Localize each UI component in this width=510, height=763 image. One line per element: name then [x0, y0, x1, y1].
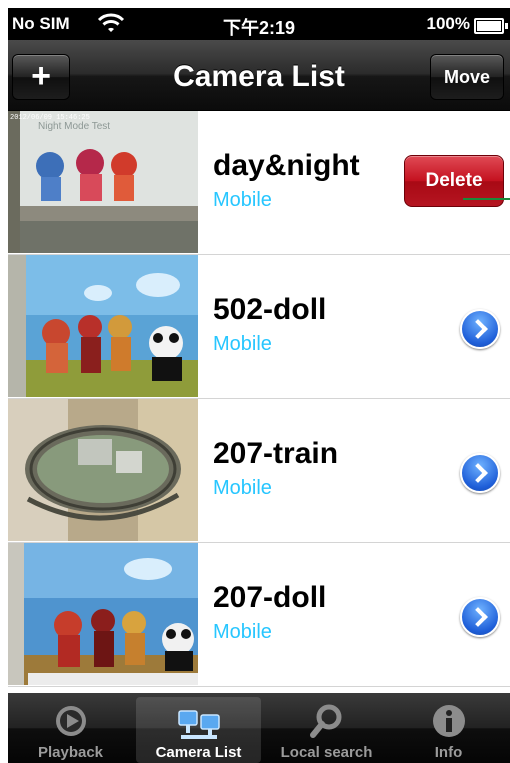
- camera-thumbnail: [8, 255, 198, 397]
- details-disclosure-icon[interactable]: [460, 309, 500, 349]
- app-screen: No SIM 下午2:19 100% + Camera List Move Ni…: [8, 8, 510, 763]
- camera-name: 207-train: [213, 437, 339, 470]
- battery-icon: [474, 18, 508, 34]
- details-disclosure-icon[interactable]: [460, 597, 500, 637]
- camera-thumbnail: [8, 399, 198, 541]
- playback-icon: [53, 703, 89, 744]
- camera-row-207-doll[interactable]: 207-doll Mobile: [8, 543, 510, 687]
- divider-line: [463, 198, 510, 200]
- camera-type: Mobile: [213, 621, 272, 643]
- tab-bar: Playback Camera List Local search Info: [8, 693, 510, 763]
- navigation-bar: + Camera List Move: [8, 40, 510, 111]
- tab-label: Playback: [37, 744, 104, 761]
- tab-label: Info: [434, 744, 463, 761]
- camera-type: Mobile: [213, 477, 272, 499]
- tab-playback[interactable]: Playback: [8, 693, 133, 763]
- camera-list: Night Mode Test 2012/06/09 15:46:25 day&…: [8, 111, 510, 693]
- tab-camera-list[interactable]: Camera List: [136, 697, 261, 763]
- battery-percent: 100%: [426, 14, 470, 33]
- camera-thumbnail: [8, 543, 198, 685]
- camera-row-207-train[interactable]: 207-train Mobile: [8, 399, 510, 543]
- tab-label: Local search: [280, 744, 373, 761]
- camera-name: 502-doll: [213, 293, 327, 326]
- details-disclosure-icon[interactable]: [460, 453, 500, 493]
- thumbnail-timestamp: 2012/06/09 15:46:25: [10, 114, 90, 122]
- camera-name: day&night: [213, 149, 360, 182]
- camera-list-icon: [177, 707, 221, 748]
- tab-info[interactable]: Info: [386, 693, 510, 763]
- camera-row-502-doll[interactable]: 502-doll Mobile: [8, 255, 510, 399]
- camera-row-day-night[interactable]: Night Mode Test 2012/06/09 15:46:25 day&…: [8, 111, 510, 255]
- thumbnail-caption: Night Mode Test: [38, 121, 110, 132]
- info-icon: [431, 703, 467, 744]
- move-button[interactable]: Move: [430, 54, 504, 100]
- search-icon: [309, 703, 345, 744]
- camera-name: 207-doll: [213, 581, 327, 614]
- tab-label: Camera List: [155, 744, 242, 761]
- status-bar: No SIM 下午2:19 100%: [8, 8, 510, 40]
- tab-local-search[interactable]: Local search: [264, 693, 389, 763]
- camera-type: Mobile: [213, 333, 272, 355]
- camera-type: Mobile: [213, 189, 272, 211]
- camera-thumbnail: Night Mode Test 2012/06/09 15:46:25: [8, 111, 198, 253]
